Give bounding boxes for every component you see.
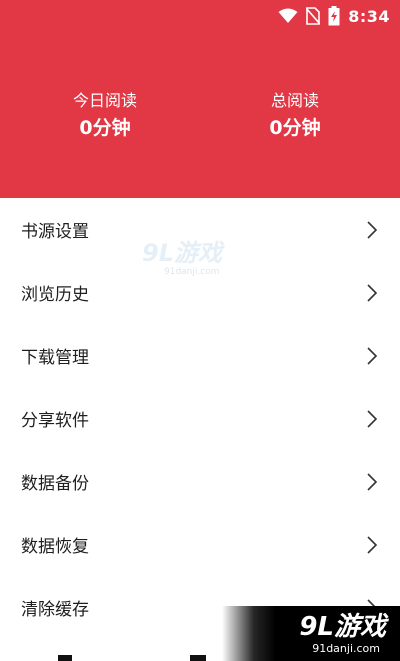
menu-item-label: 数据恢复 [21,537,89,557]
corner-watermark-site: 91danji.com [312,642,380,655]
status-bar: 8:34 [278,6,390,26]
bottom-nav-fragment [58,655,72,661]
chevron-right-icon [367,283,378,302]
menu-item-label: 数据备份 [21,474,89,494]
menu-item-browse-history[interactable]: 浏览历史 [0,261,400,324]
reading-stats: 今日阅读 0分钟 总阅读 0分钟 [0,90,400,150]
menu-item-label: 书源设置 [21,222,89,242]
menu-item-data-backup[interactable]: 数据备份 [0,450,400,513]
chevron-right-icon [367,409,378,428]
menu-item-label: 清除缓存 [21,600,89,620]
chevron-right-icon [367,220,378,239]
menu-item-download-management[interactable]: 下载管理 [0,324,400,387]
menu-item-book-source-settings[interactable]: 书源设置 [0,198,400,261]
menu-item-share-app[interactable]: 分享软件 [0,387,400,450]
settings-menu: 书源设置 浏览历史 下载管理 分享软件 数据备份 数据恢复 清除缓存 [0,198,400,639]
total-reading-stat: 总阅读 0分钟 [215,90,375,142]
corner-watermark: 9L游戏 91danji.com [222,606,400,661]
chevron-right-icon [367,346,378,365]
corner-watermark-logo: 9L游戏 [299,612,386,642]
today-reading-stat: 今日阅读 0分钟 [25,90,185,142]
chevron-right-icon [367,535,378,554]
no-sim-icon [306,7,321,25]
status-time: 8:34 [348,6,390,26]
menu-item-label: 下载管理 [21,348,89,368]
menu-item-data-restore[interactable]: 数据恢复 [0,513,400,576]
total-reading-value: 0分钟 [269,117,321,139]
menu-item-label: 浏览历史 [21,285,89,305]
battery-charging-icon [328,6,340,26]
wifi-icon [278,8,298,23]
today-reading-label: 今日阅读 [72,91,137,110]
total-reading-label: 总阅读 [270,91,319,110]
today-reading-value: 0分钟 [79,117,131,139]
chevron-right-icon [367,472,378,491]
menu-item-label: 分享软件 [21,411,89,431]
bottom-nav-fragment [190,655,206,661]
profile-header: 8:34 今日阅读 0分钟 总阅读 0分钟 [0,0,400,198]
